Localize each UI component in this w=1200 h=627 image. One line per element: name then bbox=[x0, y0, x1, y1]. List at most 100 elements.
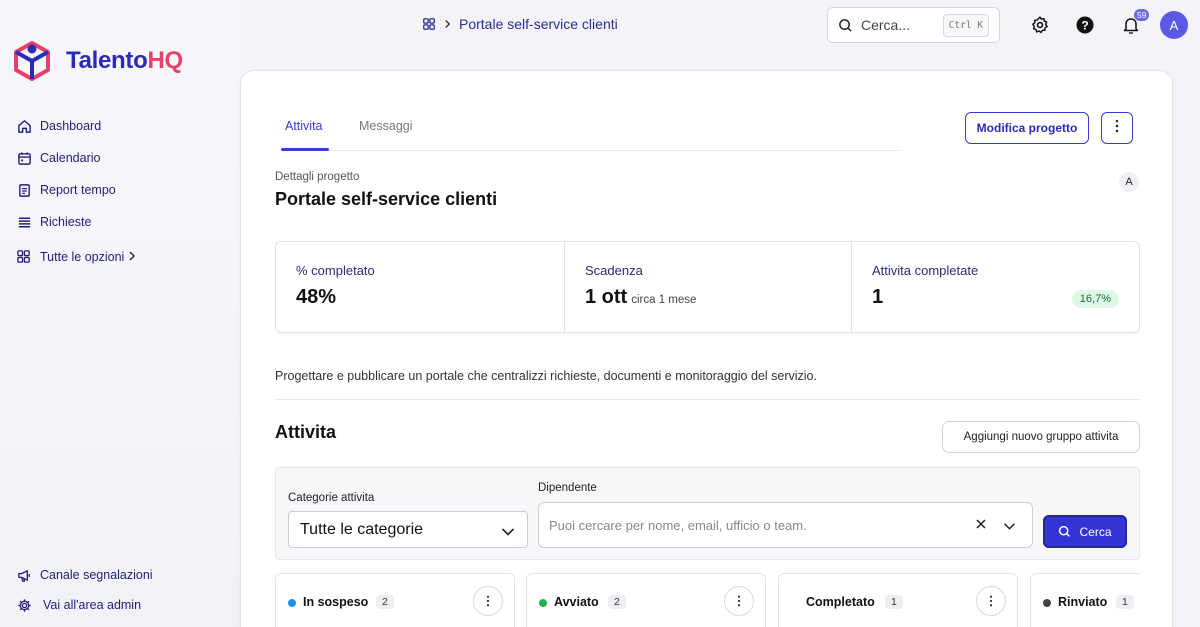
column-title: Avviato bbox=[554, 595, 599, 609]
help-icon[interactable]: ? bbox=[1074, 14, 1096, 36]
tab-messaggi[interactable]: Messaggi bbox=[359, 119, 413, 133]
chevron-down-icon bbox=[501, 524, 515, 542]
apps-grid-icon bbox=[16, 249, 32, 265]
status-dot bbox=[791, 599, 799, 607]
deadline-date: 1 ott bbox=[585, 286, 628, 308]
status-dot bbox=[539, 599, 547, 607]
more-actions-button[interactable] bbox=[1101, 112, 1133, 144]
sidebar-item-area-admin[interactable]: Vai all'area admin bbox=[16, 590, 153, 620]
sidebar-all-options-label: Tutte le opzioni bbox=[40, 250, 125, 264]
column-title: In sospeso bbox=[303, 595, 369, 609]
edit-project-button[interactable]: Modifica progetto bbox=[965, 112, 1089, 144]
task-column-pending[interactable]: In sospeso 2 bbox=[275, 573, 515, 627]
owner-avatar[interactable]: A bbox=[1119, 172, 1139, 192]
topbar: Portale self-service clienti Cerca... Ct… bbox=[240, 0, 1200, 50]
sidebar-item-canale-segnalazioni[interactable]: Canale segnalazioni bbox=[16, 560, 153, 590]
megaphone-icon bbox=[16, 567, 32, 583]
sidebar-item-label: Richieste bbox=[40, 215, 92, 229]
breadcrumb-title[interactable]: Portale self-service clienti bbox=[459, 16, 618, 32]
logo-text: TalentoHQ bbox=[66, 47, 183, 74]
search-icon bbox=[838, 18, 853, 33]
logo-cube-icon bbox=[14, 41, 50, 81]
home-icon bbox=[16, 118, 32, 134]
sidebar: TalentoHQ Dashboard Calendario Report te… bbox=[0, 0, 240, 627]
project-description: Progettare e pubblicare un portale che c… bbox=[275, 369, 817, 383]
avatar[interactable]: A bbox=[1160, 11, 1188, 39]
task-column-postponed[interactable]: Rinviato 1 bbox=[1030, 573, 1140, 627]
column-menu-button[interactable] bbox=[473, 586, 503, 616]
status-badge: 16,7% bbox=[1071, 290, 1119, 308]
divider bbox=[275, 399, 1140, 400]
svg-text:?: ? bbox=[1081, 18, 1088, 32]
logo[interactable]: TalentoHQ bbox=[12, 40, 183, 82]
sidebar-item-label: Vai all'area admin bbox=[43, 598, 142, 612]
search-icon bbox=[1058, 525, 1071, 538]
search-placeholder: Cerca... bbox=[861, 17, 911, 33]
column-count: 1 bbox=[1116, 595, 1134, 609]
column-count: 1 bbox=[885, 595, 903, 609]
task-filter-panel: Categorie attivita Tutte le categorie Di… bbox=[275, 467, 1140, 560]
task-columns: In sospeso 2 Avviato 2 Completato 1 Rinv… bbox=[275, 573, 1140, 627]
stat-deadline: Scadenza 1 ott circa 1 mese bbox=[565, 242, 852, 332]
chevron-right-icon bbox=[128, 250, 136, 264]
stat-tasks-completed: Attivita completate 1 16,7% bbox=[852, 242, 1139, 332]
sidebar-item-richieste[interactable]: Richieste bbox=[16, 206, 116, 238]
column-title: Rinviato bbox=[1058, 595, 1108, 609]
column-menu-button[interactable] bbox=[976, 586, 1006, 616]
gear-icon bbox=[16, 597, 32, 613]
sidebar-item-report-tempo[interactable]: Report tempo bbox=[16, 174, 116, 206]
employee-search-field[interactable]: Puoi cercare per nome, email, ufficio o … bbox=[538, 502, 1033, 548]
calendar-icon bbox=[16, 150, 32, 166]
employee-filter-label: Dipendente bbox=[538, 482, 597, 494]
column-menu-button[interactable] bbox=[724, 586, 754, 616]
status-dot bbox=[1043, 599, 1051, 607]
active-tab-indicator bbox=[281, 148, 329, 151]
gear-icon[interactable] bbox=[1029, 14, 1051, 36]
search-button-label: Cerca bbox=[1079, 524, 1112, 539]
sidebar-bottom: Canale segnalazioni Vai all'area admin bbox=[16, 560, 153, 620]
search-input[interactable]: Cerca... Ctrl K bbox=[827, 7, 1000, 43]
report-icon bbox=[16, 182, 32, 198]
column-count: 2 bbox=[608, 595, 626, 609]
stat-label: Scadenza bbox=[585, 263, 643, 278]
task-column-completed[interactable]: Completato 1 bbox=[778, 573, 1018, 627]
tab-attivita[interactable]: Attivita bbox=[285, 119, 323, 133]
chevron-down-icon[interactable] bbox=[1003, 519, 1016, 534]
stat-label: % completato bbox=[296, 263, 375, 278]
tasks-section-title: Attivita bbox=[275, 422, 337, 442]
sidebar-item-label: Report tempo bbox=[40, 183, 116, 197]
tab-bar: Attivita Messaggi bbox=[281, 109, 899, 151]
stats-panel: % completato 48% Scadenza 1 ott circa 1 m… bbox=[275, 241, 1140, 333]
sidebar-item-calendario[interactable]: Calendario bbox=[16, 142, 116, 174]
sidebar-item-dashboard[interactable]: Dashboard bbox=[16, 110, 116, 142]
sidebar-item-label: Canale segnalazioni bbox=[40, 568, 153, 582]
deadline-relative: circa 1 mese bbox=[631, 294, 697, 306]
stat-value: 1 bbox=[872, 286, 884, 308]
search-button[interactable]: Cerca bbox=[1043, 515, 1127, 548]
page-title: Portale self-service clienti bbox=[275, 189, 498, 209]
category-filter-label: Categorie attivita bbox=[288, 492, 375, 504]
sidebar-all-options[interactable]: Tutte le opzioni bbox=[16, 249, 136, 265]
stat-value: 1 ott circa 1 mese bbox=[585, 286, 696, 309]
column-count: 2 bbox=[376, 595, 394, 609]
status-dot bbox=[288, 599, 296, 607]
stat-label: Attivita completate bbox=[872, 263, 979, 278]
employee-search-placeholder: Puoi cercare per nome, email, ufficio o … bbox=[549, 517, 807, 533]
sidebar-item-label: Dashboard bbox=[40, 119, 102, 133]
project-card: Attivita Messaggi Modifica progetto Dett… bbox=[240, 70, 1173, 627]
sidebar-nav: Dashboard Calendario Report tempo Richie… bbox=[16, 110, 116, 238]
breadcrumb: Portale self-service clienti bbox=[422, 16, 618, 32]
apps-grid-icon[interactable] bbox=[422, 17, 436, 31]
column-title: Completato bbox=[806, 595, 875, 609]
chevron-right-icon bbox=[444, 17, 451, 32]
project-subtitle: Dettagli progetto bbox=[275, 171, 360, 183]
stat-completed: % completato 48% bbox=[276, 242, 565, 332]
clear-icon[interactable] bbox=[975, 518, 987, 533]
category-select-value: Tutte le categorie bbox=[300, 520, 424, 538]
notification-badge: 59 bbox=[1134, 9, 1150, 21]
stat-value: 48% bbox=[296, 286, 337, 308]
category-select[interactable]: Tutte le categorie bbox=[288, 511, 528, 548]
add-task-group-button[interactable]: Aggiungi nuovo gruppo attivita bbox=[942, 421, 1140, 453]
task-column-started[interactable]: Avviato 2 bbox=[526, 573, 766, 627]
search-shortcut: Ctrl K bbox=[942, 14, 989, 37]
